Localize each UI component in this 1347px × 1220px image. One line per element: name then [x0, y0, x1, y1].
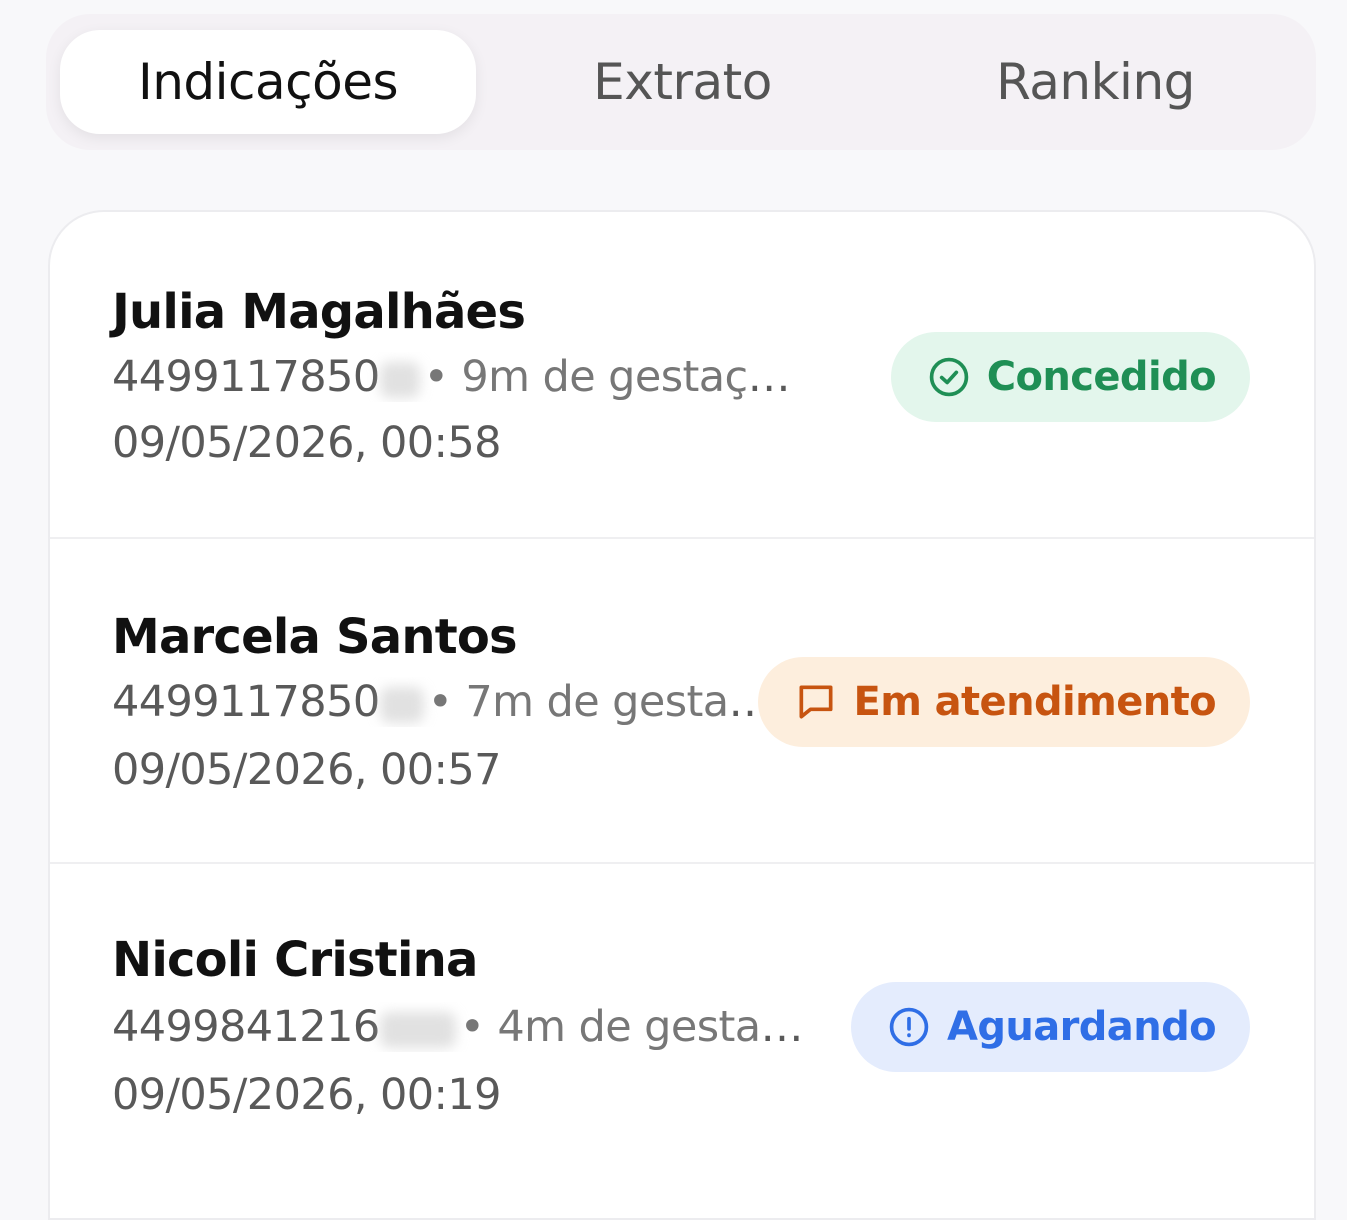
- chat-bubble-icon: [799, 685, 833, 719]
- list-item[interactable]: Julia Magalhães 4499117850 • 9m de gestaç…: [50, 212, 1314, 539]
- status-label: Em atendimento: [853, 679, 1217, 725]
- referral-meta: 4499841216 • 4m de gestação: [112, 1002, 812, 1052]
- referral-date: 09/05/2026, 00:19: [112, 1070, 502, 1120]
- phone-number: 4499117850: [112, 352, 380, 402]
- list-item[interactable]: Marcela Santos 4499117850 • 7m de gestaç.…: [50, 539, 1314, 864]
- redacted-digits: [379, 361, 420, 398]
- status-badge: Aguardando: [850, 982, 1250, 1072]
- tab-indicacoes[interactable]: Indicações: [60, 30, 476, 134]
- pregnancy-info: • 4m de gestação: [459, 1002, 812, 1052]
- phone-number: 4499117850: [112, 677, 380, 727]
- referral-list: Julia Magalhães 4499117850 • 9m de gestaç…: [48, 210, 1316, 1220]
- referral-name: Marcela Santos: [112, 609, 518, 665]
- tab-bar: Indicações Extrato Ranking: [46, 14, 1316, 150]
- status-badge: Em atendimento: [757, 657, 1250, 747]
- status-badge: Concedido: [890, 332, 1250, 422]
- phone-number: 4499841216: [112, 1002, 380, 1052]
- referral-date: 09/05/2026, 00:57: [112, 745, 502, 795]
- check-circle-icon: [929, 357, 969, 397]
- redacted-digits: [379, 686, 424, 723]
- referral-date: 09/05/2026, 00:58: [112, 418, 502, 468]
- referral-meta: 4499117850 • 9m de gestação: [112, 352, 792, 402]
- status-label: Aguardando: [946, 1004, 1217, 1050]
- status-label: Concedido: [986, 354, 1217, 400]
- referral-name: Nicoli Cristina: [112, 932, 478, 988]
- tab-extrato[interactable]: Extrato: [476, 30, 889, 134]
- pregnancy-info: • 9m de gestação: [423, 352, 792, 402]
- alert-circle-icon: [889, 1007, 929, 1047]
- redacted-digits: [379, 1011, 456, 1048]
- referral-name: Julia Magalhães: [112, 284, 526, 340]
- tab-ranking[interactable]: Ranking: [889, 30, 1302, 134]
- referral-meta: 4499117850 • 7m de gestaç...: [112, 677, 772, 727]
- pregnancy-info: • 7m de gestaç...: [427, 677, 772, 727]
- list-item[interactable]: Nicoli Cristina 4499841216 • 4m de gestaç…: [50, 864, 1314, 1189]
